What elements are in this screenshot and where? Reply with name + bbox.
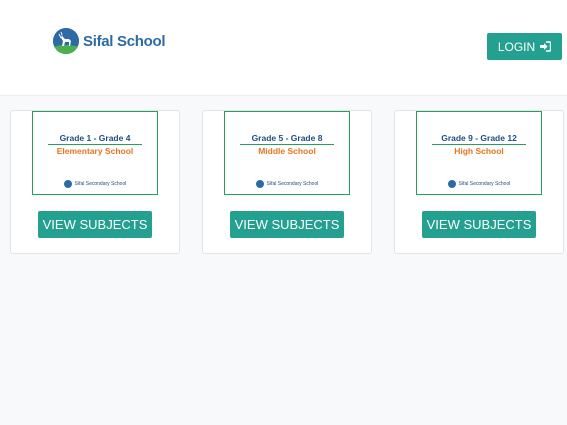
thumbnail-footer: Sifal Secondary School xyxy=(33,180,157,188)
divider xyxy=(48,144,142,145)
thumbnail-footer: Sifal Secondary School xyxy=(225,180,349,188)
sign-in-icon xyxy=(539,41,552,52)
grade-thumbnail: Grade 9 - Grade 12 High School Sifal Sec… xyxy=(416,111,542,195)
school-logo-icon xyxy=(63,180,72,188)
school-name: Sifal Secondary School xyxy=(74,181,127,187)
divider xyxy=(432,144,526,145)
view-subjects-button[interactable]: VIEW SUBJECTS xyxy=(38,211,152,238)
school-level: Elementary School xyxy=(56,146,134,156)
grade-card-elementary: Grade 1 - Grade 4 Elementary School Sifa… xyxy=(10,110,180,254)
grade-range: Grade 1 - Grade 4 xyxy=(59,133,131,143)
school-level: High School xyxy=(454,146,504,156)
grade-card-high: Grade 9 - Grade 12 High School Sifal Sec… xyxy=(394,110,564,254)
view-subjects-button[interactable]: VIEW SUBJECTS xyxy=(422,211,536,238)
grade-range: Grade 5 - Grade 8 xyxy=(251,133,323,143)
brand-link[interactable]: Sifal School xyxy=(53,28,166,54)
school-logo-icon xyxy=(53,28,79,54)
school-logo-icon xyxy=(447,180,456,188)
login-label: LOGIN xyxy=(497,39,536,54)
school-level: Middle School xyxy=(258,146,316,156)
grade-thumbnail: Grade 1 - Grade 4 Elementary School Sifa… xyxy=(32,111,158,195)
grade-card-middle: Grade 5 - Grade 8 Middle School Sifal Se… xyxy=(202,110,372,254)
school-name: Sifal Secondary School xyxy=(458,181,511,187)
school-logo-icon xyxy=(255,180,264,188)
site-header: Sifal School LOGIN xyxy=(0,0,567,96)
school-name: Sifal Secondary School xyxy=(266,181,319,187)
brand-name: Sifal School xyxy=(83,32,166,50)
divider xyxy=(240,144,334,145)
login-button[interactable]: LOGIN xyxy=(487,33,562,60)
grade-range: Grade 9 - Grade 12 xyxy=(441,133,517,143)
thumbnail-footer: Sifal Secondary School xyxy=(417,180,541,188)
grade-thumbnail: Grade 5 - Grade 8 Middle School Sifal Se… xyxy=(224,111,350,195)
view-subjects-button[interactable]: VIEW SUBJECTS xyxy=(230,211,344,238)
